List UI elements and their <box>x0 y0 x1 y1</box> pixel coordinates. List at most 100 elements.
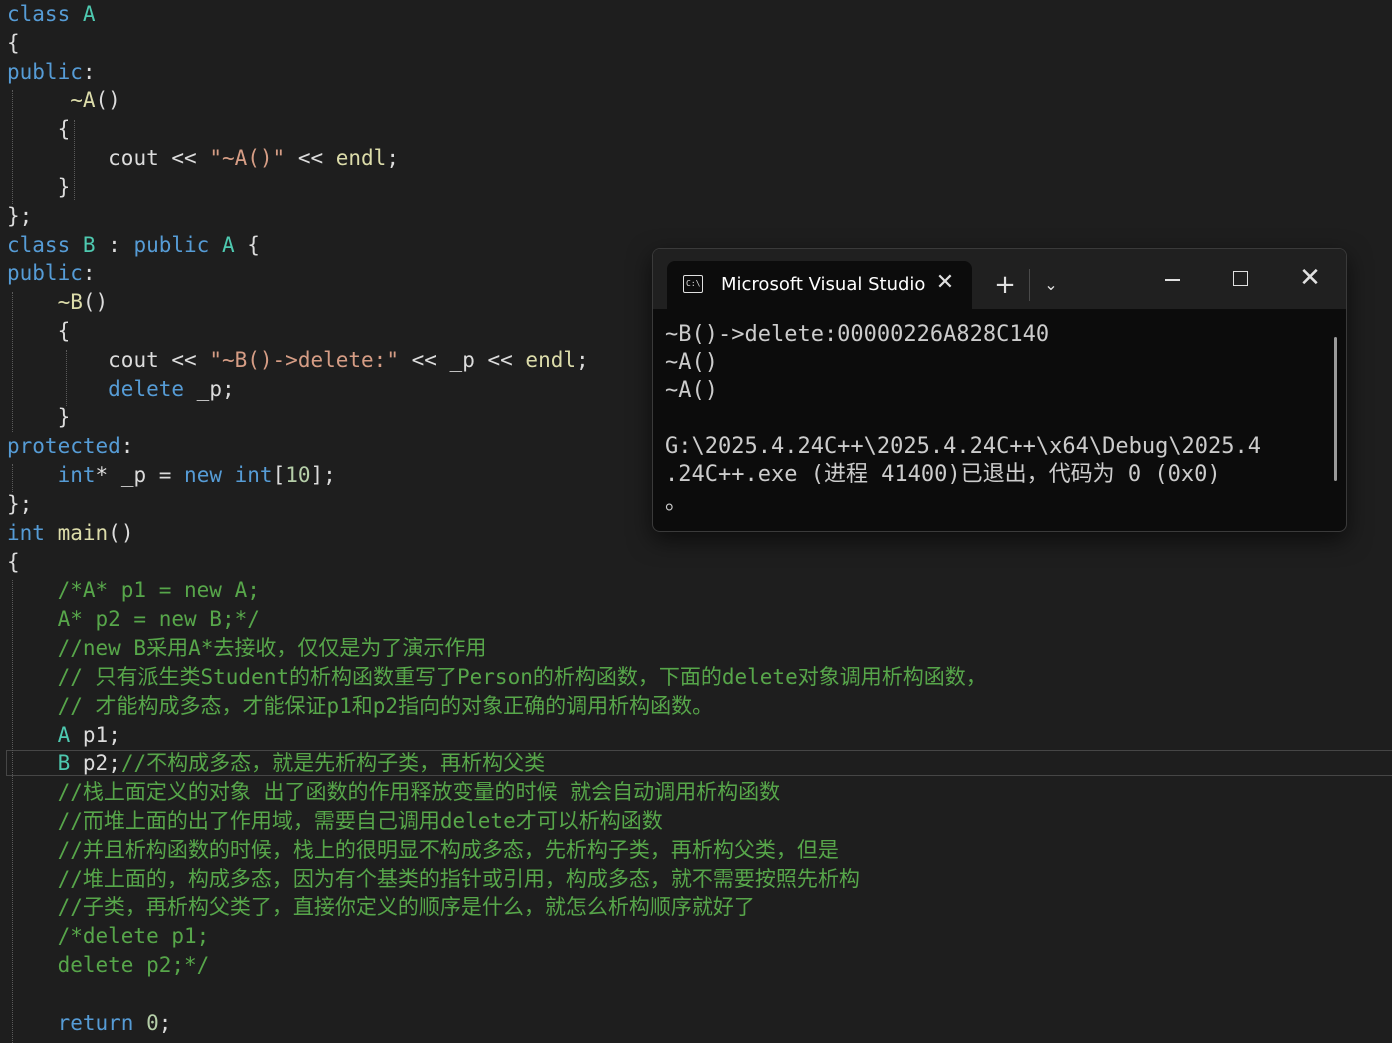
plain-token: () <box>82 290 109 315</box>
keyword-token: public <box>7 261 83 286</box>
code-line[interactable]: A p1; <box>7 721 121 750</box>
code-line[interactable]: ~A() <box>7 86 121 115</box>
number-token: 10 <box>285 463 311 488</box>
function-token: endl <box>525 347 576 372</box>
tab-close-icon[interactable]: ✕ <box>933 271 957 295</box>
plain-token: { <box>7 117 71 142</box>
plain-token: ]; <box>310 463 336 488</box>
code-line[interactable]: //子类，再析构父类了，直接你定义的顺序是什么，就怎么析构顺序就好了 <box>7 893 755 922</box>
code-line[interactable]: A* p2 = new B;*/ <box>7 605 260 634</box>
code-line[interactable]: return 0; <box>7 1009 172 1038</box>
code-line[interactable]: { <box>7 29 20 58</box>
code-line[interactable]: delete _p; <box>7 375 234 404</box>
identifier-token: cout <box>108 347 159 372</box>
function-token: ~A <box>70 88 96 113</box>
code-line[interactable]: cout << "~A()" << endl; <box>7 144 399 173</box>
plain-token: : <box>120 434 134 459</box>
plain-token: { <box>7 319 71 344</box>
number-token: 0 <box>146 1010 159 1035</box>
type-token: A <box>221 232 235 257</box>
code-line[interactable]: //栈上面定义的对象 出了函数的作用释放变量的时候 就会自动调用析构函数 <box>7 778 781 807</box>
code-line[interactable]: cout << "~B()->delete:" << _p << endl; <box>7 346 589 375</box>
keyword-token: protected <box>7 434 121 459</box>
plain-token: } <box>7 174 71 199</box>
code-line[interactable]: protected: <box>7 432 133 461</box>
identifier-token: _p <box>449 347 475 372</box>
new-tab-button[interactable]: + <box>991 271 1019 299</box>
console-window[interactable]: C:\ Microsoft Visual Studio ✕ + ⌄ ✕ ~B()… <box>652 248 1347 532</box>
code-line[interactable]: int main() <box>7 519 133 548</box>
plain-token: ; <box>386 146 399 171</box>
code-line[interactable]: //new B采用A*去接收，仅仅是为了演示作用 <box>7 634 487 663</box>
plain-token: { <box>7 30 20 55</box>
comment-token: /*delete p1; <box>57 924 210 949</box>
code-line[interactable]: class B : public A { <box>7 231 260 260</box>
console-line: ~B()->delete:00000226A828C140 <box>665 322 1050 347</box>
code-line[interactable]: } <box>7 403 71 432</box>
keyword-token: return <box>57 1010 134 1035</box>
maximize-button[interactable] <box>1227 267 1253 293</box>
terminal-tab[interactable]: C:\ Microsoft Visual Studio ✕ <box>667 261 972 309</box>
identifier-token: _p <box>196 376 222 401</box>
keyword-token: public <box>133 232 210 257</box>
title-bar[interactable]: C:\ Microsoft Visual Studio ✕ + ⌄ ✕ <box>653 249 1346 309</box>
keyword-token: public <box>7 59 83 84</box>
code-line[interactable]: /*delete p1; <box>7 922 210 951</box>
code-line[interactable]: //而堆上面的出了作用域，需要自己调用delete才可以析构函数 <box>7 807 663 836</box>
code-line[interactable]: delete p2;*/ <box>7 951 210 980</box>
plain-token: }; <box>7 491 33 516</box>
code-line[interactable]: class A <box>7 0 96 29</box>
plain-token: ; <box>576 347 589 372</box>
comment-token: //栈上面定义的对象 出了函数的作用释放变量的时候 就会自动调用析构函数 <box>57 780 781 805</box>
plain-token: () <box>108 520 134 545</box>
code-line[interactable]: public: <box>7 259 96 288</box>
code-line[interactable]: // 只有派生类Student的析构函数重写了Person的析构函数，下面的de… <box>7 663 987 692</box>
type-token: B <box>57 751 71 776</box>
type-token: A <box>82 2 96 26</box>
code-line[interactable]: }; <box>7 202 32 231</box>
minimize-button[interactable] <box>1159 267 1185 287</box>
code-line[interactable]: int* _p = new int[10]; <box>7 461 336 490</box>
comment-token: /*A* p1 = new A; <box>57 578 260 603</box>
code-line[interactable]: //并且析构函数的时候，栈上的很明显不构成多态，先析构子类，再析构父类，但是 <box>7 836 839 865</box>
console-output[interactable]: ~B()->delete:00000226A828C140 ~A() ~A() … <box>665 321 1325 517</box>
code-line[interactable]: { <box>7 317 71 346</box>
scrollbar[interactable] <box>1334 337 1337 481</box>
code-line[interactable]: { <box>7 548 20 577</box>
chevron-down-icon[interactable]: ⌄ <box>1037 271 1065 299</box>
keyword-token: int <box>234 463 273 488</box>
comment-token: //new B采用A*去接收，仅仅是为了演示作用 <box>57 636 487 661</box>
plain-token: } <box>7 405 71 430</box>
plain-token: : <box>82 261 96 286</box>
code-line[interactable]: public: <box>7 58 96 87</box>
close-button[interactable]: ✕ <box>1295 263 1325 293</box>
code-line[interactable]: }; <box>7 490 32 519</box>
code-line[interactable]: /*A* p1 = new A; <box>7 576 260 605</box>
code-line[interactable]: ~B() <box>7 288 109 317</box>
console-line: .24C++.exe (进程 41400)已退出，代码为 0 (0x0) <box>665 462 1221 487</box>
code-line[interactable]: { <box>7 115 71 144</box>
code-line[interactable]: B p2;//不构成多态，就是先析构子类，再析构父类 <box>7 749 546 778</box>
code-line[interactable]: // 才能构成多态，才能保证p1和p2指向的对象正确的调用析构函数。 <box>7 692 714 721</box>
plain-token: << <box>398 347 450 372</box>
plain-token: << <box>474 347 526 372</box>
code-line[interactable]: //堆上面的，构成多态，因为有个基类的指针或引用，构成多态，就不需要按照先析构 <box>7 865 860 894</box>
code-line[interactable]: } <box>7 173 71 202</box>
